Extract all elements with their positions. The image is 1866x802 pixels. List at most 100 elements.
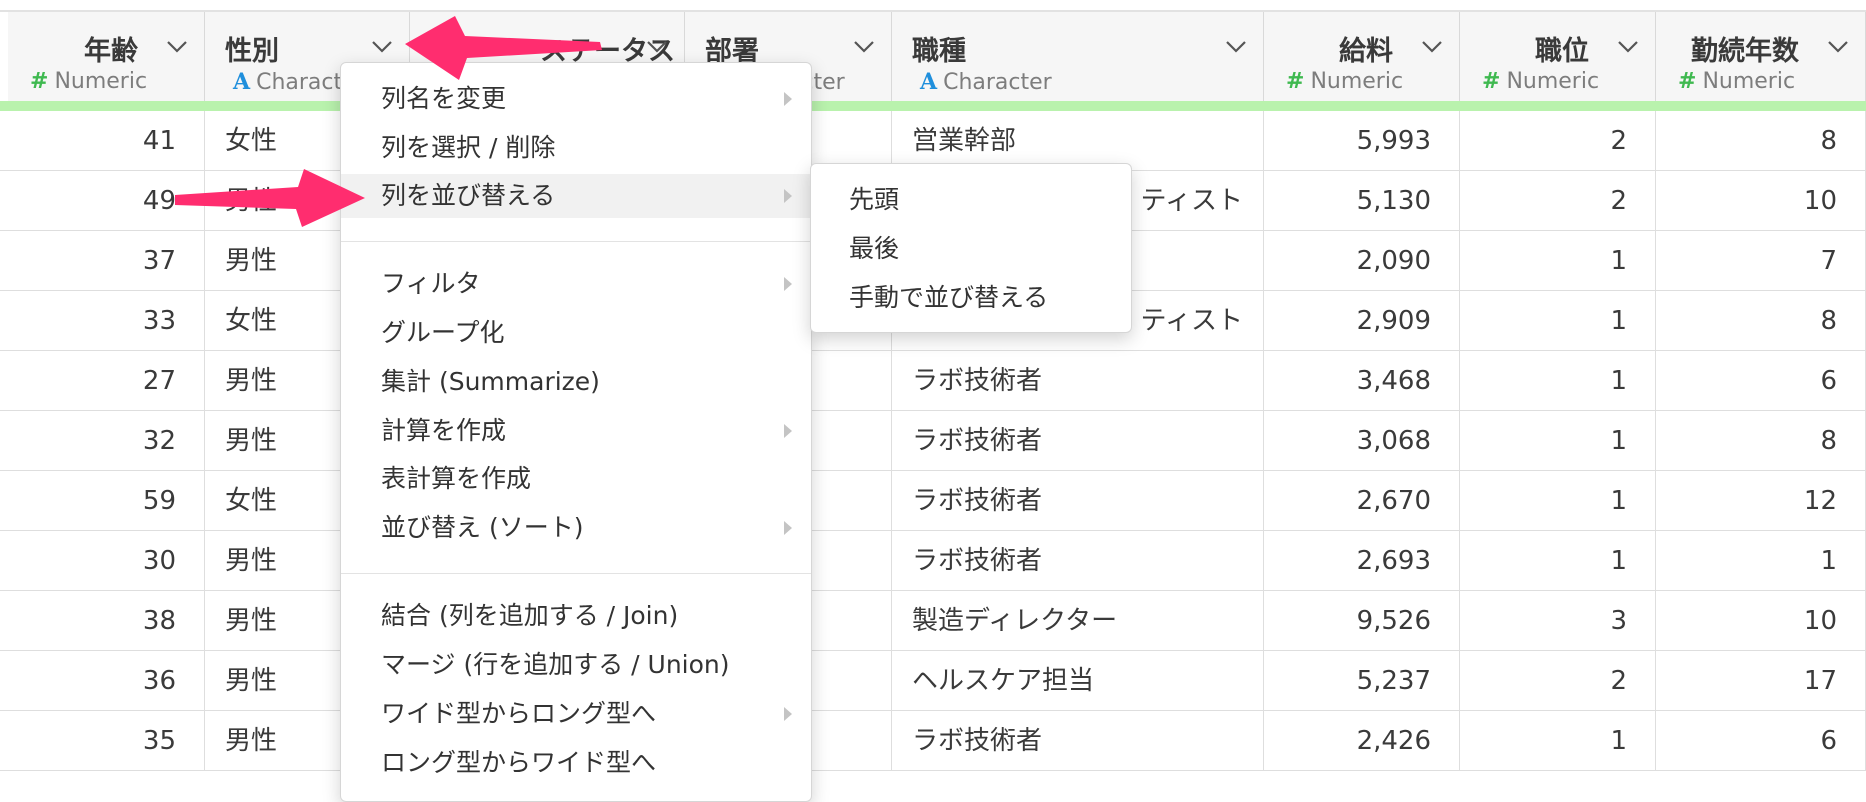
column-menu-chevron-icon[interactable]: [371, 40, 393, 54]
table-cell[interactable]: 1: [1460, 711, 1656, 771]
submenu-chevron-icon: [784, 707, 792, 721]
column-menu-chevron-icon[interactable]: [646, 40, 668, 54]
table-cell[interactable]: 2,693: [1264, 531, 1460, 591]
context-menu-item[interactable]: 結合 (列を追加する / Join): [341, 594, 811, 638]
table-cell[interactable]: 1: [1460, 231, 1656, 291]
context-menu-item-label: 表計算を作成: [381, 464, 532, 493]
column-menu-chevron-icon[interactable]: [1421, 40, 1443, 54]
table-cell[interactable]: 営業幹部: [892, 111, 1264, 171]
table-cell[interactable]: 1: [1460, 411, 1656, 471]
column-name: 職種: [912, 36, 966, 67]
table-cell[interactable]: 2,670: [1264, 471, 1460, 531]
table-cell[interactable]: 1: [1460, 351, 1656, 411]
table-cell[interactable]: 8: [1656, 111, 1866, 171]
context-menu-item-label: グループ化: [381, 318, 505, 347]
column-type: # Numeric: [1482, 69, 1599, 94]
column-menu-chevron-icon[interactable]: [1225, 40, 1247, 54]
table-cell[interactable]: 6: [1656, 351, 1866, 411]
submenu-chevron-icon: [784, 189, 792, 203]
table-row: 27男性発ラボ技術者3,46816: [0, 351, 1866, 411]
table-row: 32男性発ラボ技術者3,06818: [0, 411, 1866, 471]
context-menu-item[interactable]: 集計 (Summarize): [341, 360, 811, 404]
context-menu-item-label: 計算を作成: [381, 416, 507, 445]
column-type: ACharacter: [920, 69, 1052, 95]
table-row: 59女性発ラボ技術者2,670112: [0, 471, 1866, 531]
submenu-chevron-icon: [784, 521, 792, 535]
table-cell[interactable]: 3: [1460, 591, 1656, 651]
column-menu-chevron-icon[interactable]: [853, 40, 875, 54]
table-cell[interactable]: 10: [1656, 591, 1866, 651]
column-header[interactable]: 職位 # Numeric: [1460, 12, 1656, 104]
table-cell[interactable]: 27: [8, 351, 205, 411]
table-cell[interactable]: 3,468: [1264, 351, 1460, 411]
table-cell[interactable]: 1: [1656, 531, 1866, 591]
submenu-chevron-icon: [784, 424, 792, 438]
column-context-menu: 列名を変更 列を選択 / 削除 列を並び替える フィルタ グループ化 集計 (Summar…: [340, 62, 812, 802]
context-menu-item[interactable]: ワイド型からロング型へ: [341, 692, 811, 736]
table-cell[interactable]: 12: [1656, 471, 1866, 531]
table-cell[interactable]: 17: [1656, 651, 1866, 711]
context-menu-item-label: 集計 (Summarize): [381, 367, 600, 396]
table-cell[interactable]: 10: [1656, 171, 1866, 231]
column-menu-chevron-icon[interactable]: [1827, 40, 1849, 54]
table-cell[interactable]: 30: [8, 531, 205, 591]
table-cell[interactable]: 35: [8, 711, 205, 771]
table-cell[interactable]: ヘルスケア担当: [892, 651, 1264, 711]
table-cell[interactable]: 33: [8, 291, 205, 351]
table-cell[interactable]: 9,526: [1264, 591, 1460, 651]
column-header[interactable]: 年齢 # Numeric: [8, 12, 205, 104]
context-menu-item[interactable]: 計算を作成: [341, 409, 811, 453]
context-menu-item[interactable]: 列を選択 / 削除: [341, 126, 811, 170]
column-header[interactable]: 職種 A Character: [892, 12, 1264, 104]
column-header[interactable]: 給料 # Numeric: [1264, 12, 1460, 104]
table-cell[interactable]: 37: [8, 231, 205, 291]
table-cell[interactable]: 2,090: [1264, 231, 1460, 291]
column-header[interactable]: 勤続年数 # Numeric: [1656, 12, 1866, 104]
table-cell[interactable]: ラボ技術者: [892, 531, 1264, 591]
table-row: 30男性発ラボ技術者2,69311: [0, 531, 1866, 591]
table-cell[interactable]: 1: [1460, 471, 1656, 531]
table-cell[interactable]: 6: [1656, 711, 1866, 771]
table-cell[interactable]: 5,993: [1264, 111, 1460, 171]
table-cell[interactable]: 8: [1656, 411, 1866, 471]
submenu-item[interactable]: 最後: [811, 227, 1131, 271]
table-cell[interactable]: 5,130: [1264, 171, 1460, 231]
submenu-item[interactable]: 手動で並び替える: [811, 276, 1131, 320]
table-cell[interactable]: 59: [8, 471, 205, 531]
column-type-label: Numeric: [1506, 69, 1600, 94]
table-cell[interactable]: 1: [1460, 291, 1656, 351]
context-menu-item[interactable]: 列を並び替える: [341, 174, 811, 218]
table-cell[interactable]: ラボ技術者: [892, 351, 1264, 411]
submenu-item[interactable]: 先頭: [811, 178, 1131, 222]
table-cell[interactable]: ラボ技術者: [892, 411, 1264, 471]
table-cell[interactable]: ラボ技術者: [892, 471, 1264, 531]
context-menu-item[interactable]: 表計算を作成: [341, 457, 811, 501]
context-menu-item[interactable]: ロング型からワイド型へ: [341, 741, 811, 785]
table-cell[interactable]: 5,237: [1264, 651, 1460, 711]
column-menu-chevron-icon[interactable]: [1617, 40, 1639, 54]
table-cell[interactable]: ラボ技術者: [892, 711, 1264, 771]
table-cell[interactable]: 32: [8, 411, 205, 471]
table-cell[interactable]: 7: [1656, 231, 1866, 291]
submenu-chevron-icon: [784, 277, 792, 291]
numeric-type-icon: #: [1286, 69, 1305, 94]
context-menu-item[interactable]: 並び替え (ソート): [341, 506, 811, 550]
context-menu-item[interactable]: マージ (行を追加する / Union): [341, 643, 811, 687]
context-menu-item-label: ワイド型からロング型へ: [381, 699, 657, 728]
table-cell[interactable]: 製造ディレクター: [892, 591, 1264, 651]
table-cell[interactable]: 2: [1460, 171, 1656, 231]
table-cell[interactable]: 3,068: [1264, 411, 1460, 471]
table-cell[interactable]: 36: [8, 651, 205, 711]
column-menu-chevron-icon[interactable]: [166, 40, 188, 54]
table-cell[interactable]: 2: [1460, 111, 1656, 171]
table-cell[interactable]: 2,909: [1264, 291, 1460, 351]
table-cell[interactable]: 38: [8, 591, 205, 651]
context-menu-item[interactable]: フィルタ: [341, 262, 811, 306]
table-cell[interactable]: 41: [8, 111, 205, 171]
table-cell[interactable]: 8: [1656, 291, 1866, 351]
table-cell[interactable]: 1: [1460, 531, 1656, 591]
table-cell[interactable]: 2: [1460, 651, 1656, 711]
context-menu-item[interactable]: グループ化: [341, 311, 811, 355]
column-quality-bar: [0, 101, 1866, 111]
table-cell[interactable]: 2,426: [1264, 711, 1460, 771]
